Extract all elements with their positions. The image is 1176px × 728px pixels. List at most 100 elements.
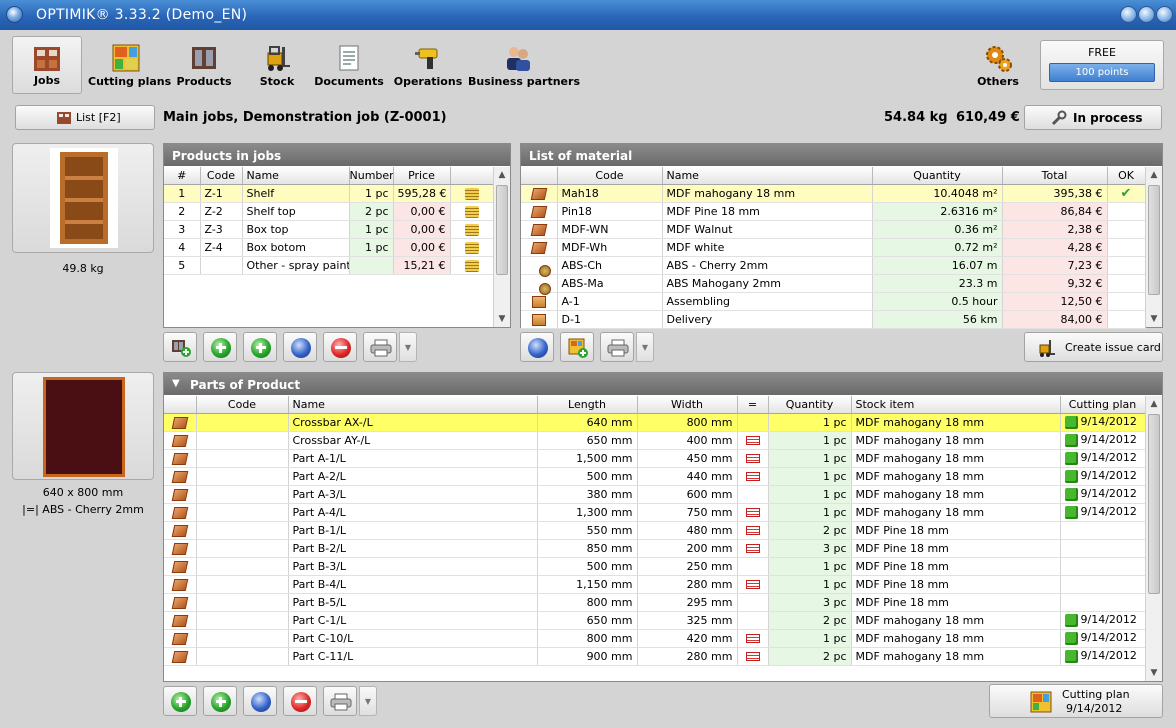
column-header[interactable]: Stock item bbox=[851, 396, 1061, 414]
products-scrollbar[interactable]: ▲ ▼ bbox=[493, 167, 510, 327]
price-coins-icon[interactable] bbox=[464, 205, 479, 218]
remove-part-button[interactable] bbox=[283, 686, 317, 716]
create-issue-card-button[interactable]: Create issue card bbox=[1024, 332, 1163, 362]
table-row[interactable]: 3 Z-3 Box top 1 pc 0,00 € bbox=[164, 220, 494, 239]
column-header[interactable]: Width bbox=[637, 396, 738, 414]
status-button[interactable]: In process bbox=[1024, 105, 1162, 130]
scroll-up-arrow[interactable]: ▲ bbox=[494, 167, 510, 183]
table-row[interactable]: Part A-4/L 1,300 mm 750 mm 1 pc MDF mahogany… bbox=[164, 503, 1146, 522]
print-options-dropdown[interactable]: ▼ bbox=[399, 332, 417, 362]
table-row[interactable]: Part B-1/L 550 mm 480 mm 2 pc MDF Pine 18 mm bbox=[164, 521, 1146, 540]
column-header[interactable] bbox=[521, 167, 558, 185]
add-product-button[interactable] bbox=[203, 332, 237, 362]
edge-banding-icon[interactable] bbox=[745, 526, 760, 535]
app-icon[interactable] bbox=[6, 6, 23, 23]
column-header[interactable]: OK bbox=[1107, 167, 1146, 185]
list-button[interactable]: List [F2] bbox=[15, 105, 155, 130]
column-header[interactable]: Total bbox=[1002, 167, 1108, 185]
filter-icon[interactable]: ▼ bbox=[172, 378, 180, 389]
edge-banding-icon[interactable] bbox=[745, 634, 760, 643]
edge-banding-icon[interactable] bbox=[745, 472, 760, 481]
refresh-products-button[interactable] bbox=[283, 332, 317, 362]
scroll-thumb[interactable] bbox=[496, 185, 508, 275]
minimize-button[interactable] bbox=[1120, 6, 1137, 23]
scroll-up-arrow[interactable]: ▲ bbox=[1146, 167, 1162, 183]
material-scrollbar[interactable]: ▲ ▼ bbox=[1145, 167, 1162, 327]
table-row[interactable]: Part C-11/L 900 mm 280 mm 2 pc MDF mahogany … bbox=[164, 647, 1146, 666]
edge-banding-icon[interactable] bbox=[745, 544, 760, 553]
print-material-dropdown[interactable]: ▼ bbox=[636, 332, 654, 362]
print-products-button[interactable] bbox=[363, 332, 397, 362]
table-row[interactable]: Crossbar AY-/L 650 mm 400 mm 1 pc MDF mahoga… bbox=[164, 431, 1146, 450]
table-row[interactable]: Part A-3/L 380 mm 600 mm 1 pc MDF mahogany 1… bbox=[164, 485, 1146, 504]
column-header[interactable]: Length bbox=[537, 396, 638, 414]
edge-banding-icon[interactable] bbox=[745, 652, 760, 661]
scroll-down-arrow[interactable]: ▼ bbox=[1146, 311, 1162, 327]
column-header[interactable]: Price bbox=[393, 167, 451, 185]
table-row[interactable]: Part C-10/L 800 mm 420 mm 1 pc MDF mahogany … bbox=[164, 629, 1146, 648]
table-row[interactable]: Mah18 MDF mahogany 18 mm 10.4048 m² 395,38 … bbox=[521, 184, 1146, 203]
print-parts-dropdown[interactable]: ▼ bbox=[359, 686, 377, 716]
table-row[interactable]: Crossbar AX-/L 640 mm 800 mm 1 pc MDF mahoga… bbox=[164, 413, 1146, 432]
toolbar-others[interactable]: Others bbox=[968, 36, 1028, 94]
table-row[interactable]: Part B-5/L 800 mm 295 mm 3 pc MDF Pine 18 mm bbox=[164, 593, 1146, 612]
column-header[interactable]: Code bbox=[200, 167, 243, 185]
add-new-part-button[interactable] bbox=[203, 686, 237, 716]
scroll-thumb[interactable] bbox=[1148, 414, 1160, 594]
scroll-thumb[interactable] bbox=[1148, 185, 1160, 295]
column-header[interactable]: Name bbox=[662, 167, 873, 185]
price-coins-icon[interactable] bbox=[464, 187, 479, 200]
column-header[interactable]: Code bbox=[196, 396, 289, 414]
table-row[interactable]: 4 Z-4 Box botom 1 pc 0,00 € bbox=[164, 238, 494, 257]
cutting-plan-button[interactable]: Cutting plan 9/14/2012 bbox=[989, 684, 1163, 718]
table-row[interactable]: Part B-3/L 500 mm 250 mm 1 pc MDF Pine 18 mm bbox=[164, 557, 1146, 576]
column-header[interactable]: Cutting plan bbox=[1060, 396, 1146, 414]
table-row[interactable]: Part C-1/L 650 mm 325 mm 2 pc MDF mahogany 1… bbox=[164, 611, 1146, 630]
add-cutting-plan-button[interactable] bbox=[560, 332, 594, 362]
table-row[interactable]: ABS-Ch ABS - Cherry 2mm 16.07 m 7,23 € bbox=[521, 256, 1146, 277]
points-button[interactable]: 100 points bbox=[1049, 63, 1155, 82]
toolbar-operations[interactable]: Operations bbox=[392, 36, 464, 94]
toolbar-business-partners[interactable]: Business partners bbox=[468, 36, 580, 94]
column-header[interactable] bbox=[450, 167, 494, 185]
edge-banding-icon[interactable] bbox=[745, 454, 760, 463]
column-header[interactable]: Name bbox=[288, 396, 538, 414]
add-custom-product-button[interactable] bbox=[243, 332, 277, 362]
refresh-material-button[interactable] bbox=[520, 332, 554, 362]
table-row[interactable]: 5 Other - spray paint... 15,21 € bbox=[164, 256, 494, 275]
toolbar-jobs[interactable]: Jobs bbox=[12, 36, 82, 94]
price-coins-icon[interactable] bbox=[464, 241, 479, 254]
print-parts-button[interactable] bbox=[323, 686, 357, 716]
toolbar-cutting-plans[interactable]: Cutting plans bbox=[88, 36, 171, 94]
scroll-down-arrow[interactable]: ▼ bbox=[1146, 665, 1162, 681]
price-coins-icon[interactable] bbox=[464, 259, 479, 272]
refresh-parts-button[interactable] bbox=[243, 686, 277, 716]
table-row[interactable]: ABS-Ma ABS Mahogany 2mm 23.3 m 9,32 € bbox=[521, 274, 1146, 295]
column-header[interactable]: Code bbox=[557, 167, 663, 185]
maximize-button[interactable] bbox=[1138, 6, 1155, 23]
column-header[interactable]: = bbox=[737, 396, 769, 414]
toolbar-products[interactable]: Products bbox=[172, 36, 236, 94]
close-button[interactable] bbox=[1156, 6, 1173, 23]
toolbar-documents[interactable]: Documents bbox=[314, 36, 384, 94]
table-row[interactable]: Pin18 MDF Pine 18 mm 2.6316 m² 86,84 € bbox=[521, 202, 1146, 221]
scroll-down-arrow[interactable]: ▼ bbox=[494, 311, 510, 327]
table-row[interactable]: MDF-Wh MDF white 0.72 m² 4,28 € bbox=[521, 238, 1146, 257]
parts-scrollbar[interactable]: ▲ ▼ bbox=[1145, 396, 1162, 681]
price-coins-icon[interactable] bbox=[464, 223, 479, 236]
table-row[interactable]: A-1 Assembling 0.5 hour 12,50 € bbox=[521, 292, 1146, 311]
table-row[interactable]: D-1 Delivery 56 km 84,00 € bbox=[521, 310, 1146, 329]
edge-banding-icon[interactable] bbox=[745, 508, 760, 517]
column-header[interactable]: Quantity bbox=[768, 396, 852, 414]
edge-banding-icon[interactable] bbox=[745, 436, 760, 445]
table-row[interactable]: 2 Z-2 Shelf top 2 pc 0,00 € bbox=[164, 202, 494, 221]
table-row[interactable]: 1 Z-1 Shelf 1 pc 595,28 € bbox=[164, 184, 494, 203]
column-header[interactable]: Name bbox=[242, 167, 350, 185]
scroll-up-arrow[interactable]: ▲ bbox=[1146, 396, 1162, 412]
table-row[interactable]: Part A-2/L 500 mm 440 mm 1 pc MDF mahogany 1… bbox=[164, 467, 1146, 486]
add-product-from-catalog-button[interactable] bbox=[163, 332, 197, 362]
column-header[interactable]: Quantity bbox=[872, 167, 1003, 185]
table-row[interactable]: MDF-WN MDF Walnut 0.36 m² 2,38 € bbox=[521, 220, 1146, 239]
column-header[interactable] bbox=[164, 396, 197, 414]
column-header[interactable]: # bbox=[164, 167, 201, 185]
